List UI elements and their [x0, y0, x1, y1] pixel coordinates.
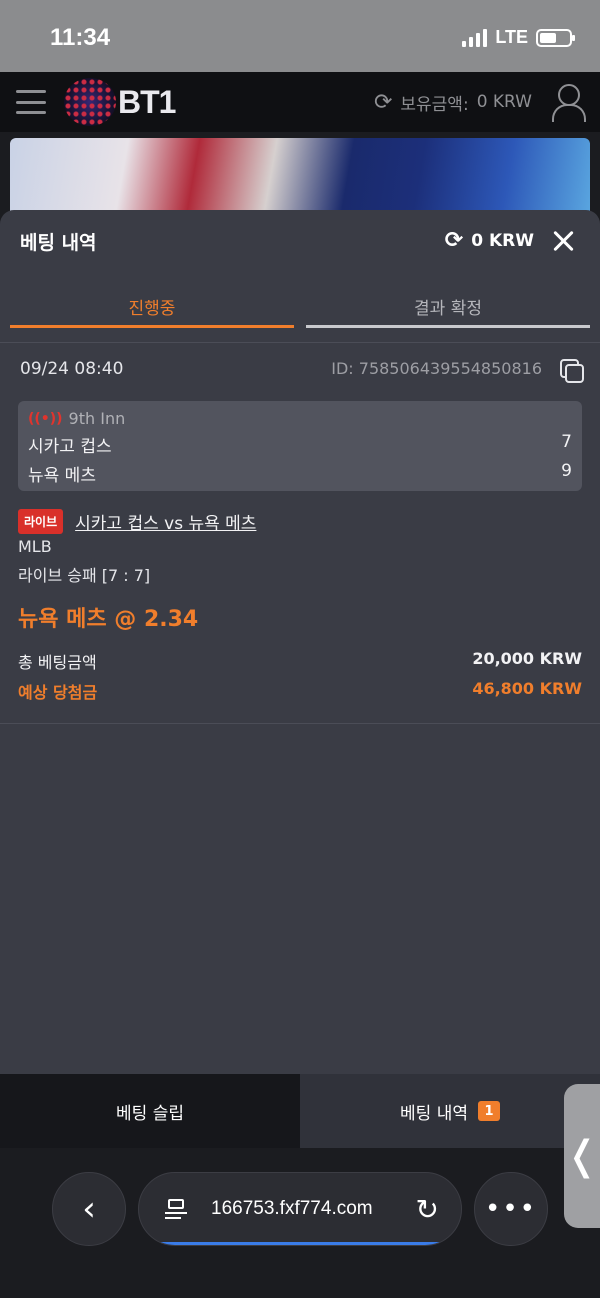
- team-name: 뉴욕 메츠: [28, 466, 96, 486]
- bet-count-badge: 1: [477, 1101, 500, 1121]
- inning-label: 9th Inn: [68, 409, 126, 428]
- battery-icon: [536, 28, 575, 47]
- team-score: 9: [561, 461, 572, 481]
- stake-label: 총 베팅금액: [18, 653, 97, 672]
- logo-ball-icon: [64, 78, 116, 126]
- hamburger-menu-icon[interactable]: [16, 90, 46, 114]
- match-link[interactable]: 시카고 컵스 vs 뉴욕 메츠: [75, 509, 256, 534]
- reload-icon[interactable]: ↻: [416, 1193, 439, 1226]
- stake-row: 총 베팅금액 20,000 KRW: [18, 649, 582, 673]
- status-indicators: LTE: [462, 27, 575, 48]
- promo-banner[interactable]: [10, 138, 590, 218]
- team-name: 시카고 컵스: [28, 437, 112, 457]
- refresh-icon[interactable]: ⟳: [445, 228, 463, 253]
- copy-icon[interactable]: [560, 359, 584, 383]
- header-balance: ⟳ 보유금액: 0 KRW: [374, 82, 586, 122]
- close-icon[interactable]: [552, 230, 574, 252]
- page-menu-icon[interactable]: [165, 1197, 187, 1219]
- live-broadcast-icon: ((•)): [28, 410, 63, 427]
- market-name: 라이브 승패 [7 : 7]: [18, 566, 151, 585]
- tab-settled[interactable]: 결과 확정: [306, 272, 590, 328]
- divider: [0, 723, 600, 724]
- user-icon[interactable]: [550, 82, 586, 122]
- bet-history-label: 베팅 내역: [400, 1103, 468, 1124]
- site-logo[interactable]: BT1: [64, 78, 176, 126]
- bet-history-panel: 베팅 내역 ⟳ 0 KRW 진행중 결과 확정 09/24 08:40 ID: …: [0, 210, 600, 1074]
- bet-id: ID: 758506439554850816: [331, 359, 542, 378]
- inning-row: ((•)) 9th Inn: [28, 409, 572, 428]
- chevron-left-icon: ❬: [565, 1133, 599, 1179]
- league-name: MLB: [18, 537, 52, 556]
- team-row: 뉴욕 메츠 9: [28, 461, 572, 486]
- potential-win-label: 예상 당첨금: [18, 683, 98, 702]
- panel-balance: ⟳ 0 KRW: [445, 228, 534, 253]
- team-score: 7: [561, 432, 572, 452]
- panel-header: 베팅 내역 ⟳ 0 KRW: [0, 210, 600, 272]
- bet-card: 09/24 08:40 ID: 758506439554850816 ((•))…: [0, 343, 600, 724]
- bet-pick: 뉴욕 메츠 @ 2.34: [18, 607, 199, 632]
- site-header: BT1 ⟳ 보유금액: 0 KRW: [0, 72, 600, 132]
- refresh-balance-icon[interactable]: ⟳: [374, 90, 392, 115]
- live-badge: 라이브: [18, 509, 64, 534]
- team-row: 시카고 컵스 7: [28, 432, 572, 457]
- url-text: 166753.fxf774.com: [211, 1198, 373, 1219]
- bet-slip-label: 베팅 슬립: [116, 1103, 184, 1124]
- panel-title: 베팅 내역: [20, 232, 97, 254]
- side-panel-handle[interactable]: ❬: [564, 1084, 600, 1228]
- history-tabs: 진행중 결과 확정: [0, 272, 600, 338]
- tab-in-progress[interactable]: 진행중: [10, 272, 294, 328]
- address-bar[interactable]: 166753.fxf774.com ↻: [138, 1172, 462, 1246]
- scoreboard: ((•)) 9th Inn 시카고 컵스 7 뉴욕 메츠 9: [18, 401, 582, 491]
- more-button[interactable]: •••: [474, 1172, 548, 1246]
- potential-win-row: 예상 당첨금 46,800 KRW: [18, 679, 582, 703]
- status-time: 11:34: [50, 24, 111, 51]
- status-bar: 11:34 LTE: [0, 0, 600, 72]
- bottom-tabs: 베팅 슬립 베팅 내역 1: [0, 1074, 600, 1148]
- tab-bet-history[interactable]: 베팅 내역 1: [300, 1074, 600, 1148]
- ellipsis-icon: •••: [484, 1194, 537, 1224]
- stake-value: 20,000 KRW: [472, 649, 582, 668]
- chevron-left-icon: ‹: [82, 1189, 96, 1229]
- panel-balance-value: 0 KRW: [471, 230, 534, 251]
- logo-text: BT1: [118, 83, 176, 120]
- network-label: LTE: [495, 27, 528, 47]
- balance-label: 보유금액:: [400, 94, 469, 115]
- match-row: 라이브 시카고 컵스 vs 뉴욕 메츠: [18, 509, 256, 534]
- tab-bet-slip[interactable]: 베팅 슬립: [0, 1074, 300, 1148]
- bet-date: 09/24 08:40: [20, 359, 124, 379]
- browser-toolbar: ‹ 166753.fxf774.com ↻ •••: [0, 1148, 600, 1298]
- balance-value: 0 KRW: [476, 92, 532, 112]
- back-button[interactable]: ‹: [52, 1172, 126, 1246]
- signal-icon: [462, 28, 488, 47]
- potential-win-value: 46,800 KRW: [472, 679, 582, 698]
